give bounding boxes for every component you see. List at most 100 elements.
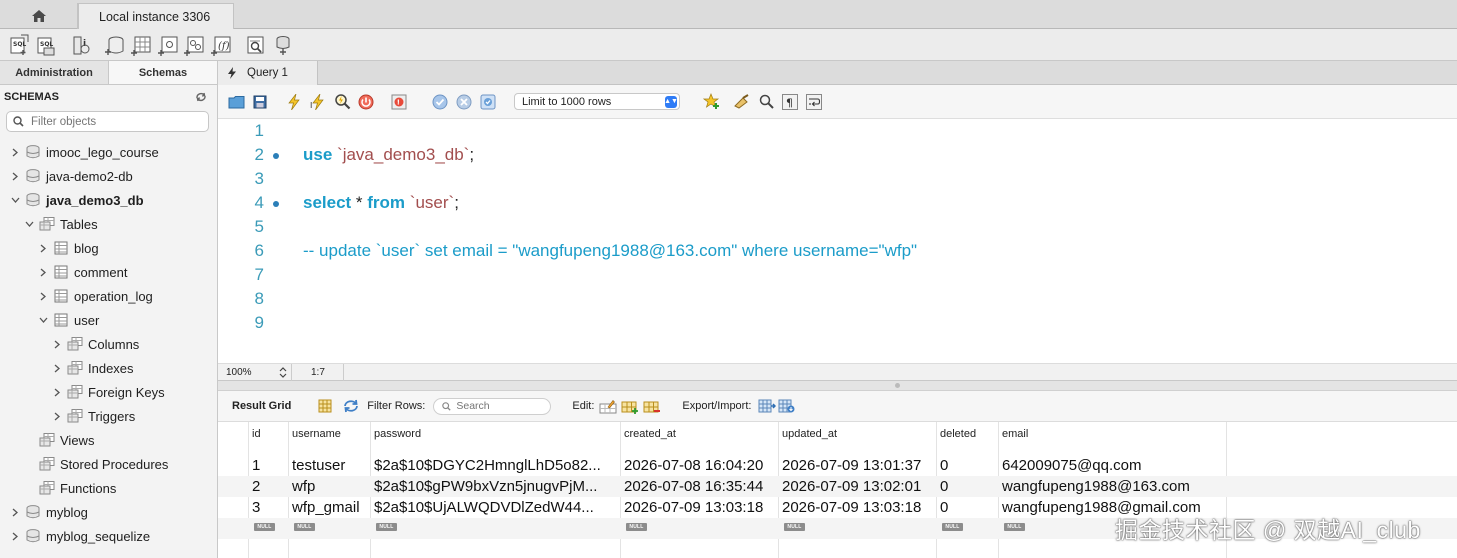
- export-button[interactable]: [757, 396, 777, 416]
- zoom-select[interactable]: 100%: [218, 364, 292, 381]
- tree-item[interactable]: Columns: [52, 332, 139, 356]
- autocommit-button[interactable]: [478, 92, 498, 112]
- chevron-down-icon[interactable]: [10, 195, 20, 205]
- save-file-button[interactable]: [250, 92, 270, 112]
- table-cell[interactable]: 2026-07-08 16:35:44: [624, 478, 780, 495]
- table-cell[interactable]: $2a$10$DGYC2HmnglLhD5o82...: [374, 457, 622, 474]
- table-cell[interactable]: 0: [940, 499, 1000, 516]
- explain-button[interactable]: [332, 92, 352, 112]
- chevron-right-icon[interactable]: [38, 267, 48, 277]
- table-cell[interactable]: 3: [252, 499, 288, 516]
- table-cell[interactable]: wangfupeng1988@163.com: [1002, 478, 1224, 495]
- table-cell[interactable]: 2026-07-09 13:01:37: [782, 457, 938, 474]
- open-sql-script-button[interactable]: SQL: [36, 34, 58, 56]
- sql-editor[interactable]: 1 2 use `java_demo3_db`; 3 4 select * from `u…: [218, 119, 1457, 363]
- tree-item[interactable]: java-demo2-db: [10, 164, 133, 188]
- tree-item[interactable]: java_demo3_db: [10, 188, 144, 212]
- chevron-down-icon[interactable]: [24, 219, 34, 229]
- connection-tab[interactable]: Local instance 3306: [78, 3, 234, 29]
- create-schema-button[interactable]: [104, 34, 127, 56]
- column-header[interactable]: password: [374, 428, 421, 440]
- find-replace-button[interactable]: [756, 92, 776, 112]
- commit-button[interactable]: [430, 92, 450, 112]
- create-procedure-button[interactable]: [184, 34, 206, 56]
- word-wrap-button[interactable]: [804, 92, 824, 112]
- tree-item[interactable]: myblog: [10, 500, 88, 524]
- chevron-right-icon[interactable]: [10, 171, 20, 181]
- rollback-button[interactable]: [454, 92, 474, 112]
- toggle-stop-on-error-button[interactable]: !: [390, 92, 410, 112]
- table-row[interactable]: 1 testuser $2a$10$DGYC2HmnglLhD5o82... 2026…: [218, 455, 1457, 476]
- tree-item[interactable]: Tables: [24, 212, 98, 236]
- filter-rows-input[interactable]: [456, 400, 547, 412]
- invisible-chars-button[interactable]: ¶: [780, 92, 800, 112]
- table-row[interactable]: 2 wfp $2a$10$gPW9bxVzn5jnugvPjM... 2026-07-…: [218, 476, 1457, 497]
- create-view-button[interactable]: [157, 34, 180, 56]
- table-cell[interactable]: 2026-07-09 13:03:18: [782, 499, 938, 516]
- chevron-right-icon[interactable]: [10, 531, 20, 541]
- tab-administration[interactable]: Administration: [0, 61, 108, 84]
- table-cell[interactable]: wfp_gmail: [292, 499, 372, 516]
- tree-item[interactable]: Indexes: [52, 356, 134, 380]
- edit-row-button[interactable]: [598, 396, 618, 416]
- beautify-button[interactable]: [732, 92, 752, 112]
- refresh-results-button[interactable]: [341, 396, 361, 416]
- tree-item[interactable]: Views: [24, 428, 94, 452]
- table-cell[interactable]: 2026-07-09 13:03:18: [624, 499, 780, 516]
- column-header[interactable]: updated_at: [782, 428, 837, 440]
- chevron-right-icon[interactable]: [38, 243, 48, 253]
- grid-view-button[interactable]: [315, 396, 335, 416]
- table-cell[interactable]: 0: [940, 478, 1000, 495]
- delete-row-button[interactable]: [642, 396, 662, 416]
- table-cell[interactable]: testuser: [292, 457, 372, 474]
- editor-results-splitter[interactable]: [218, 381, 1457, 391]
- chevron-right-icon[interactable]: [52, 339, 62, 349]
- chevron-right-icon[interactable]: [38, 291, 48, 301]
- add-snippet-button[interactable]: [702, 92, 722, 112]
- column-header[interactable]: deleted: [940, 428, 976, 440]
- new-sql-tab-button[interactable]: SQL: [9, 34, 31, 56]
- import-button[interactable]: [777, 396, 797, 416]
- table-cell[interactable]: 2026-07-09 13:02:01: [782, 478, 938, 495]
- tree-item[interactable]: blog: [38, 236, 99, 260]
- stop-button[interactable]: [356, 92, 376, 112]
- table-cell[interactable]: $2a$10$UjALWQDVDlZedW44...: [374, 499, 622, 516]
- chevron-right-icon[interactable]: [52, 387, 62, 397]
- insert-row-button[interactable]: [620, 396, 640, 416]
- tab-schemas[interactable]: Schemas: [108, 61, 217, 84]
- search-table-data-button[interactable]: [245, 34, 267, 56]
- home-tab[interactable]: [0, 3, 78, 29]
- tree-item[interactable]: myblog_sequelize: [10, 524, 150, 548]
- table-cell[interactable]: 642009075@qq.com: [1002, 457, 1224, 474]
- tree-item[interactable]: Foreign Keys: [52, 380, 165, 404]
- tree-item[interactable]: Triggers: [52, 404, 135, 428]
- chevron-right-icon[interactable]: [52, 411, 62, 421]
- table-cell[interactable]: $2a$10$gPW9bxVzn5jnugvPjM...: [374, 478, 622, 495]
- chevron-right-icon[interactable]: [52, 363, 62, 373]
- chevron-right-icon[interactable]: [10, 147, 20, 157]
- execute-button[interactable]: [284, 92, 304, 112]
- table-cell[interactable]: 2026-07-08 16:04:20: [624, 457, 780, 474]
- column-header[interactable]: email: [1002, 428, 1028, 440]
- filter-objects-input[interactable]: [31, 115, 191, 128]
- table-cell[interactable]: 0: [940, 457, 1000, 474]
- table-cell[interactable]: 1: [252, 457, 288, 474]
- create-function-button[interactable]: (f): [210, 34, 233, 56]
- column-header[interactable]: username: [292, 428, 341, 440]
- column-header[interactable]: created_at: [624, 428, 676, 440]
- tree-item[interactable]: Functions: [24, 476, 116, 500]
- refresh-schemas-icon[interactable]: [195, 92, 207, 102]
- tree-item[interactable]: imooc_lego_course: [10, 140, 159, 164]
- open-inspector-button[interactable]: i: [70, 34, 92, 56]
- tree-item[interactable]: user: [38, 308, 99, 332]
- column-header[interactable]: id: [252, 428, 261, 440]
- tree-item[interactable]: Stored Procedures: [24, 452, 168, 476]
- tree-item[interactable]: comment: [38, 260, 127, 284]
- open-file-button[interactable]: [226, 92, 246, 112]
- table-cell[interactable]: 2: [252, 478, 288, 495]
- reconnect-button[interactable]: [272, 34, 294, 56]
- create-table-button[interactable]: [131, 34, 153, 56]
- chevron-right-icon[interactable]: [10, 507, 20, 517]
- table-cell[interactable]: wfp: [292, 478, 372, 495]
- tree-item[interactable]: operation_log: [38, 284, 153, 308]
